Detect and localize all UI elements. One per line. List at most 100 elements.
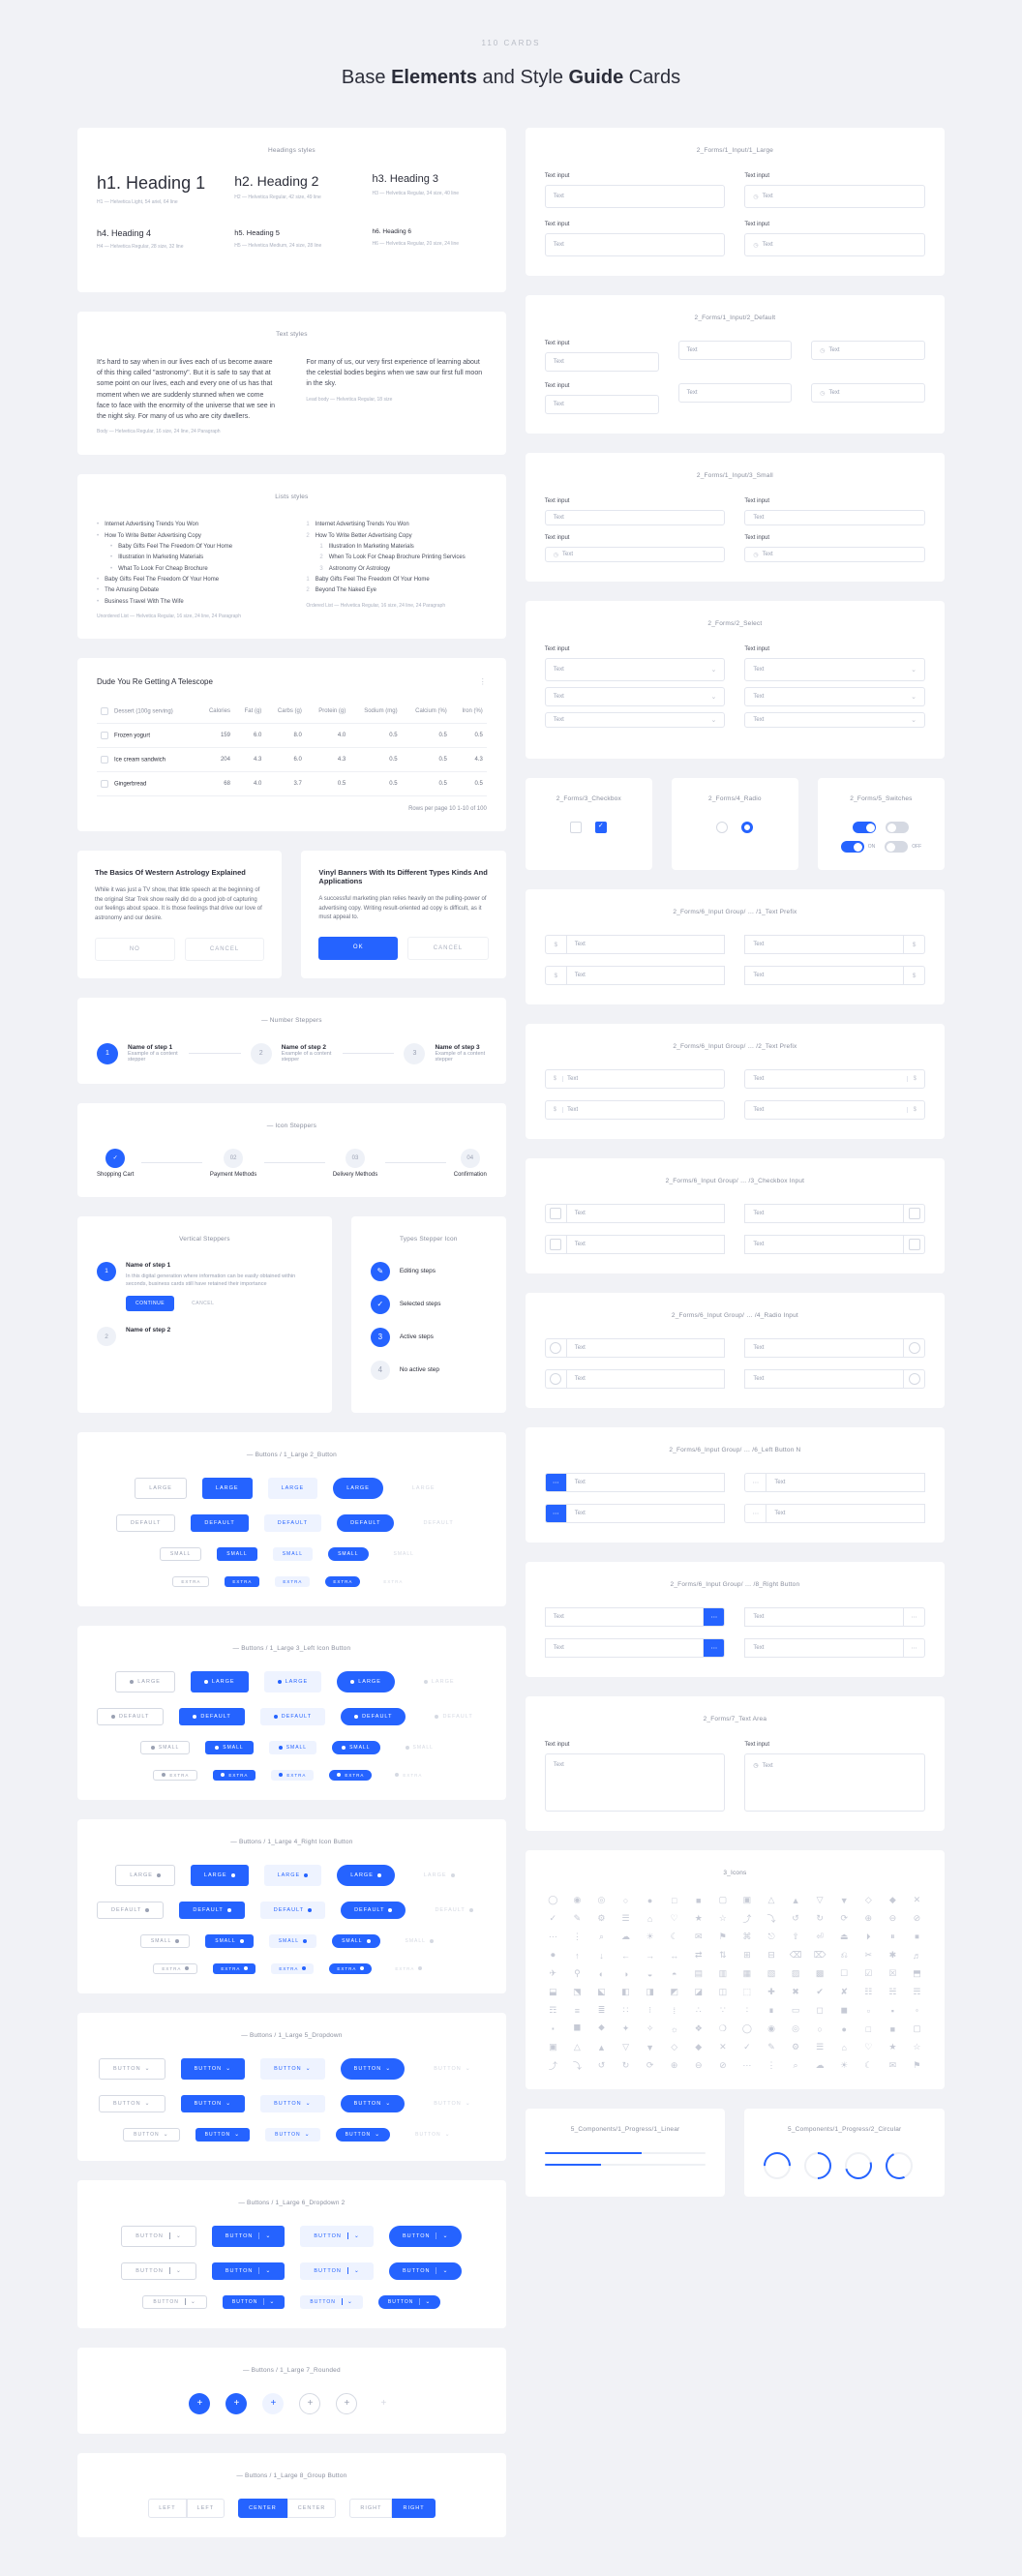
radio-card: 2_Forms/4_Radio	[672, 778, 798, 870]
switch-on[interactable]	[853, 822, 876, 833]
ui-icon: ☰	[621, 1914, 630, 1923]
large-button[interactable]: LARGE	[135, 1478, 187, 1499]
segmented-control[interactable]: LEFTLEFT	[148, 2499, 225, 2518]
ui-icon: ⚙	[597, 1914, 606, 1923]
ui-icon: ↺	[792, 1914, 800, 1923]
ui-icon: □	[864, 2024, 873, 2033]
ui-icon: ✧	[646, 2024, 654, 2033]
ui-icon: ☁	[816, 2061, 825, 2070]
ui-icon: →	[646, 1951, 654, 1960]
table-row[interactable]: Ice cream sandwich2044.36.04.30.50.54.3	[97, 748, 487, 772]
input-group-prefix-card: 2_Forms/6_Input Group/ … /1_Text Prefix …	[526, 889, 945, 1004]
ui-icon: ▲	[792, 1896, 800, 1904]
ui-icon: ◪	[694, 1988, 703, 1996]
ui-icon: ⟳	[840, 1914, 849, 1923]
switch-off[interactable]	[886, 822, 909, 833]
ui-icon: ≣	[597, 2006, 606, 2015]
ui-icon: ▧	[767, 1969, 776, 1978]
ui-icon: ⟳	[646, 2061, 654, 2070]
table-pager[interactable]: Rows per page 10 1-10 of 100	[97, 806, 487, 812]
icon-stepper-card: — Icon Steppers ✓Shopping Cart 02Payment…	[77, 1103, 506, 1197]
checkbox[interactable]	[570, 822, 582, 833]
group-buttons-card: — Buttons / 1_Large 8_Group Button LEFTL…	[77, 2453, 506, 2537]
ui-icon: ☆	[718, 1914, 727, 1923]
radio[interactable]	[716, 822, 728, 833]
h1-sample: h1. Heading 1	[97, 173, 211, 194]
checkbox-checked[interactable]	[595, 822, 607, 833]
ui-icon: ✎	[767, 2043, 776, 2052]
ui-icon: ⤵	[573, 2061, 582, 2070]
icons-card: 3_Icons ◯◉◎○●□■▢▣△▲▽▼◇◆✕✓✎⚙☰⌂♡★☆⤴⤵↺↻⟳⊕⊖⊘…	[526, 1850, 945, 2089]
table-row[interactable]: Gingerbread684.03.70.50.50.50.5	[97, 772, 487, 796]
ui-icon: ☴	[913, 1988, 921, 1996]
ui-icon: ⬚	[742, 1988, 751, 1996]
ui-icon: ✖	[792, 1988, 800, 1996]
step-dot[interactable]: 1	[97, 1043, 118, 1064]
ui-icon: ✘	[840, 1988, 849, 1996]
ui-icon: ⊘	[718, 2061, 727, 2070]
ui-icon: ▤	[694, 1969, 703, 1978]
cancel-button[interactable]: CANCEL	[185, 938, 265, 961]
rounded-buttons-card: — Buttons / 1_Large 7_Rounded + + + + + …	[77, 2348, 506, 2434]
ui-icon: ✓	[742, 2043, 751, 2052]
ui-icon: ◐	[597, 1969, 606, 1978]
textarea[interactable]: Text	[545, 1753, 726, 1812]
no-button[interactable]: NO	[95, 938, 175, 961]
input-group-prefix2-card: 2_Forms/6_Input Group/ … /2_Text Prefix …	[526, 1024, 945, 1139]
ui-icon: ☼	[670, 2024, 678, 2033]
modal-confirm: The Basics Of Western Astrology Explaine…	[77, 851, 282, 977]
add-button[interactable]: +	[189, 2393, 210, 2414]
ui-icon: ◼	[840, 2006, 849, 2015]
cancel-button[interactable]: CANCEL	[182, 1296, 224, 1311]
ui-icon: ■	[888, 2024, 897, 2033]
ui-icon: ✉	[888, 2061, 897, 2070]
ui-icon: ▭	[792, 2006, 800, 2015]
action-button[interactable]: ⋯	[545, 1473, 566, 1492]
ok-button[interactable]: OK	[318, 937, 398, 960]
modal-info: Vinyl Banners With Its Different Types K…	[301, 851, 505, 977]
headings-card: Headings styles h1. Heading 1H1 — Helvet…	[77, 128, 506, 292]
step-dot[interactable]: 3	[404, 1043, 425, 1064]
ui-icon: ⌂	[646, 1914, 654, 1923]
ui-icon: ⌕	[597, 1932, 606, 1941]
ui-icon: ◻	[816, 2006, 825, 2015]
ui-icon: ◒	[646, 1969, 654, 1978]
lists-card: Lists styles Internet Advertising Trends…	[77, 474, 506, 639]
buttons-right-icon-card: — Buttons / 1_Large 4_Right Icon Button …	[77, 1819, 506, 1993]
ui-icon: ⊖	[888, 1914, 897, 1923]
radio-checked[interactable]	[741, 822, 753, 833]
ui-icon: ⎋	[767, 1932, 776, 1941]
ui-icon: ⚑	[913, 2061, 921, 2070]
ui-icon: ▽	[816, 1896, 825, 1904]
table-row[interactable]: Frozen yogurt1596.08.04.00.50.50.5	[97, 724, 487, 748]
cancel-button[interactable]: CANCEL	[407, 937, 489, 960]
text-input[interactable]: Text	[545, 185, 726, 208]
ui-icon: ♬	[913, 1951, 921, 1960]
ui-icon: ⋯	[549, 1932, 557, 1941]
ui-icon: ♡	[864, 2043, 873, 2052]
ui-icon: ⊖	[694, 2061, 703, 2070]
ui-icon: ▲	[597, 2043, 606, 2052]
vertical-stepper-card: Vertical Steppers 1Name of step 1In this…	[77, 1216, 332, 1413]
step-dot[interactable]: 2	[251, 1043, 272, 1064]
ui-icon: ⌂	[840, 2043, 849, 2052]
ui-icon: ☰	[816, 2043, 825, 2052]
page-title: Base Elements and Style Guide Cards	[77, 67, 945, 89]
ui-icon: ✎	[573, 1914, 582, 1923]
ui-icon: ⤴	[549, 2061, 557, 2070]
continue-button[interactable]: CONTINUE	[126, 1296, 174, 1311]
ui-icon: ◎	[597, 1896, 606, 1904]
select-input[interactable]: Text⌄	[545, 658, 726, 681]
ui-icon: ◇	[864, 1896, 873, 1904]
ui-icon: ⚲	[573, 1969, 582, 1978]
ui-icon: ✔	[816, 1988, 825, 1996]
input-group-left-btn-card: 2_Forms/6_Input Group/ … /6_Left Button …	[526, 1427, 945, 1543]
ui-icon: ▣	[549, 2043, 557, 2052]
ui-icon: ↻	[621, 2061, 630, 2070]
ui-icon: ✓	[549, 1914, 557, 1923]
ui-icon: ⯀	[573, 2024, 582, 2033]
input-small-card: 2_Forms/1_Input/3_Small Text inputText T…	[526, 453, 945, 582]
ui-icon: ●	[646, 1896, 654, 1904]
ui-icon: ☶	[549, 2006, 557, 2015]
ui-icon: ⊟	[767, 1951, 776, 1960]
